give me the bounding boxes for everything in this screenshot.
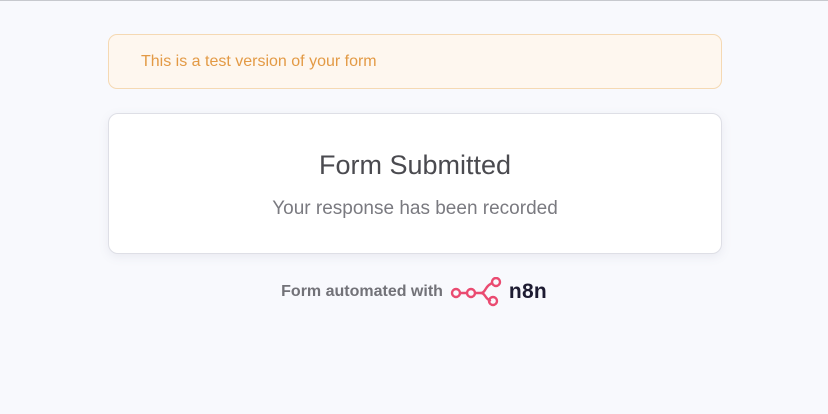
test-version-banner: This is a test version of your form	[108, 34, 722, 89]
top-divider	[0, 0, 828, 1]
form-submitted-card: Form Submitted Your response has been re…	[108, 113, 722, 254]
form-submitted-title: Form Submitted	[318, 150, 512, 180]
footer-automated-text: Form automated with	[281, 283, 443, 300]
n8n-logo-icon	[449, 277, 503, 307]
form-submitted-subtitle: Your response has been recorded	[272, 198, 558, 219]
n8n-wordmark: n8n	[508, 280, 547, 303]
test-version-banner-text: This is a test version of your form	[141, 52, 377, 70]
footer-attribution: Form automated with n8n	[0, 277, 828, 307]
n8n-logo-link[interactable]: n8n	[449, 277, 547, 307]
